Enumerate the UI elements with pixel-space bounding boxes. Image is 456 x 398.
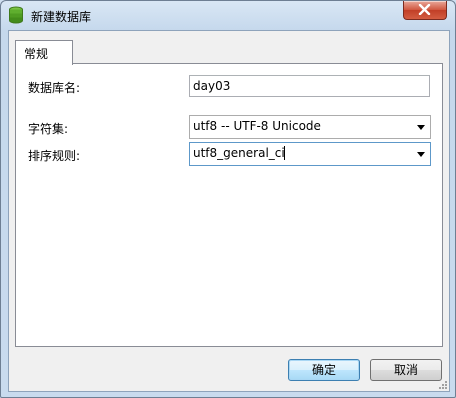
chevron-down-icon[interactable]: [417, 125, 425, 130]
title-bar[interactable]: 新建数据库: [1, 1, 455, 30]
tab-general-label: 常规: [24, 47, 49, 61]
database-icon: [8, 6, 24, 24]
ok-button[interactable]: 确定: [288, 359, 360, 381]
dialog-body: 常规 数据库名: day03 字符集: utf8 -- UTF-8 Unicod…: [8, 30, 450, 392]
tab-general[interactable]: 常规: [15, 40, 73, 65]
cancel-button[interactable]: 取消: [370, 359, 442, 381]
charset-label: 字符集:: [28, 122, 69, 136]
cancel-button-label: 取消: [393, 363, 418, 377]
collation-label: 排序规则:: [28, 149, 81, 163]
dialog-window: 新建数据库 常规 数据库名: day03 字符集: utf8 -- UTF-8 …: [0, 0, 456, 398]
db-name-input[interactable]: day03: [189, 75, 430, 97]
close-icon: [418, 4, 431, 15]
charset-select[interactable]: utf8 -- UTF-8 Unicode: [189, 115, 431, 139]
resize-grip-icon[interactable]: [437, 379, 447, 389]
close-button[interactable]: [403, 1, 447, 20]
ok-button-label: 确定: [311, 363, 336, 377]
tab-panel-general: 数据库名: day03 字符集: utf8 -- UTF-8 Unicode 排…: [15, 63, 443, 347]
window-title: 新建数据库: [31, 10, 92, 24]
chevron-down-icon[interactable]: [417, 152, 425, 157]
charset-value: utf8 -- UTF-8 Unicode: [193, 119, 321, 133]
collation-select[interactable]: utf8_general_ci: [189, 142, 431, 166]
collation-value: utf8_general_ci: [193, 146, 285, 160]
db-name-label: 数据库名:: [28, 81, 81, 95]
db-name-value: day03: [193, 79, 231, 93]
text-caret: [283, 146, 285, 160]
